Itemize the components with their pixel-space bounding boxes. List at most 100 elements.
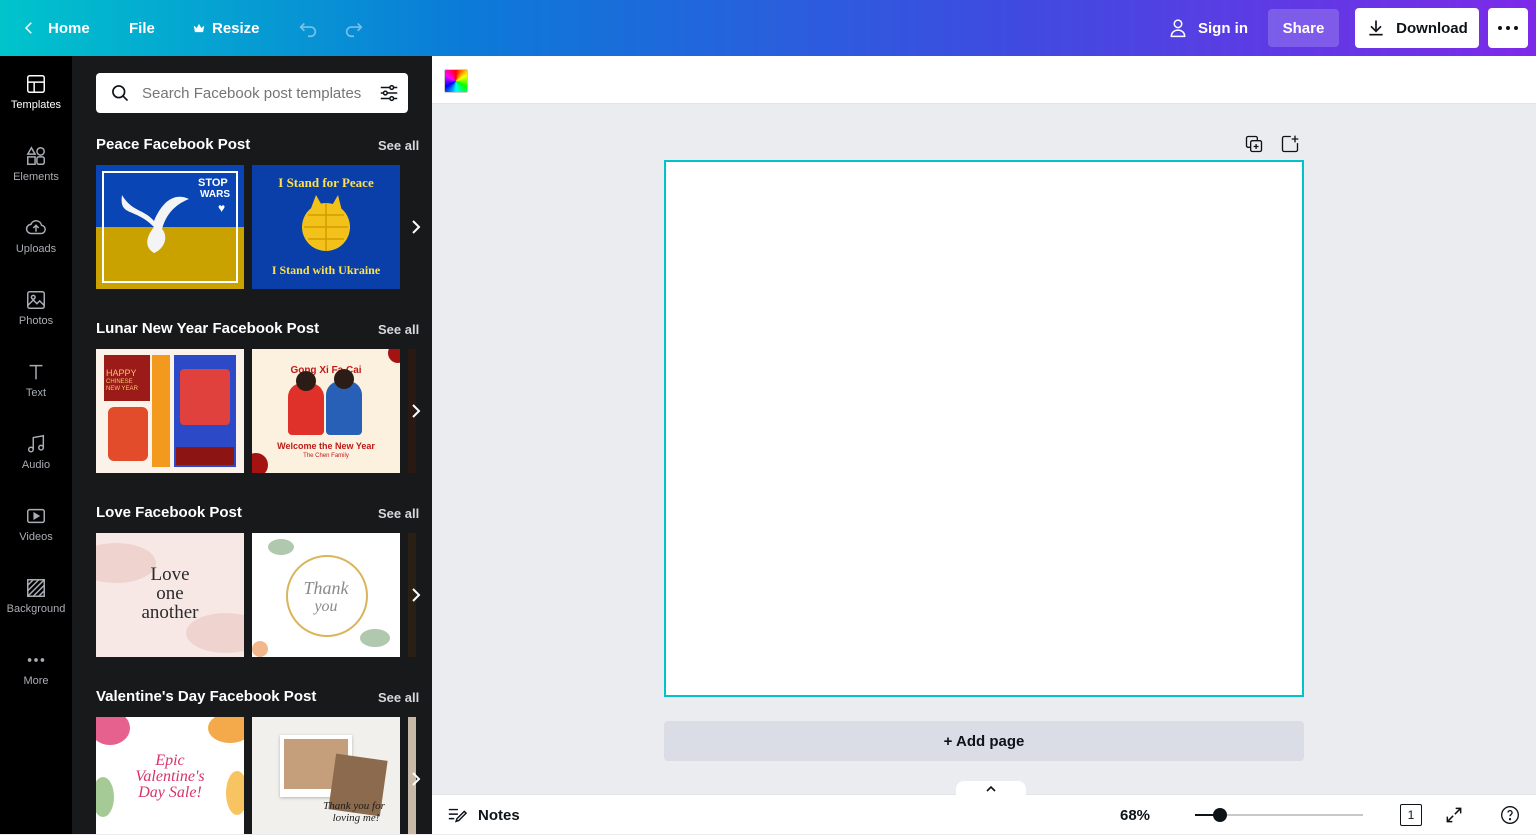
- fullscreen-button[interactable]: [1444, 805, 1464, 830]
- page-count-button[interactable]: 1: [1400, 804, 1422, 826]
- see-all-link[interactable]: See all: [378, 322, 419, 337]
- download-icon: [1369, 20, 1383, 36]
- rail-item-photos[interactable]: Photos: [0, 272, 72, 344]
- scroll-right-button[interactable]: [406, 401, 426, 421]
- chevron-right-icon: [412, 772, 421, 786]
- notes-button[interactable]: Notes: [446, 795, 520, 835]
- templates-icon: [27, 75, 45, 93]
- chevron-up-icon: [986, 785, 996, 792]
- thumb-text: Welcome the New Year: [277, 441, 375, 451]
- search-input[interactable]: [142, 84, 362, 102]
- filter-icon[interactable]: [378, 82, 400, 104]
- zoom-slider[interactable]: [1195, 808, 1363, 822]
- undo-button[interactable]: [297, 0, 319, 56]
- help-button[interactable]: [1500, 805, 1520, 830]
- duplicate-icon: [1245, 135, 1263, 153]
- rail-item-more[interactable]: More: [0, 632, 72, 704]
- rail-item-background[interactable]: Background: [0, 560, 72, 632]
- download-label: Download: [1396, 19, 1468, 37]
- rail-item-text[interactable]: Text: [0, 344, 72, 416]
- thumb-text: Valentine's: [135, 768, 205, 785]
- redo-button[interactable]: [343, 0, 365, 56]
- thumb-text: WARS: [200, 189, 230, 200]
- template-thumb[interactable]: Thank you for loving me!: [252, 717, 400, 834]
- video-icon: [27, 508, 45, 524]
- globe-peace-hand-icon: [302, 195, 350, 251]
- template-thumb[interactable]: Love one another: [96, 533, 244, 657]
- share-label: Share: [1282, 19, 1325, 37]
- rail-label: More: [23, 675, 49, 687]
- thumb-text: STOP: [198, 177, 228, 189]
- section-title: Love Facebook Post: [96, 504, 242, 521]
- template-thumb[interactable]: STOP WARS ♥: [96, 165, 244, 289]
- see-all-link[interactable]: See all: [378, 690, 419, 705]
- sign-in-button[interactable]: Sign in: [1168, 0, 1248, 56]
- more-dots-icon: [27, 658, 45, 662]
- file-label: File: [129, 19, 155, 37]
- see-all-link[interactable]: See all: [378, 506, 419, 521]
- zoom-level[interactable]: 68%: [1120, 795, 1150, 835]
- scroll-right-button[interactable]: [406, 585, 426, 605]
- scroll-right-button[interactable]: [406, 769, 426, 789]
- add-page-button[interactable]: + Add page: [664, 721, 1304, 761]
- redo-icon: [345, 22, 363, 38]
- upload-cloud-icon: [25, 220, 46, 235]
- user-icon: [1170, 19, 1186, 38]
- template-thumb[interactable]: Thank you: [252, 533, 400, 657]
- text-icon: [29, 364, 43, 380]
- background-color-swatch[interactable]: [444, 69, 468, 93]
- template-thumb[interactable]: Epic Valentine's Day Sale!: [96, 717, 244, 834]
- chevron-right-icon: [412, 220, 421, 234]
- section-title: Lunar New Year Facebook Post: [96, 320, 320, 337]
- thumb-text: Thank you for: [323, 800, 385, 812]
- help-icon: [1501, 806, 1519, 824]
- more-options-button[interactable]: [1488, 8, 1528, 48]
- expand-icon: [1446, 807, 1462, 823]
- rail-label: Templates: [10, 99, 62, 111]
- file-menu-button[interactable]: File: [129, 0, 155, 56]
- zoom-slider-knob[interactable]: [1213, 808, 1227, 822]
- download-button[interactable]: Download: [1355, 8, 1479, 48]
- rail-item-uploads[interactable]: Uploads: [0, 200, 72, 272]
- thumb-text: loving me!: [332, 812, 380, 824]
- notes-label: Notes: [478, 806, 520, 824]
- resize-button[interactable]: Resize: [192, 0, 260, 56]
- rail-label: Text: [25, 387, 47, 399]
- see-all-link[interactable]: See all: [378, 138, 419, 153]
- thumb-text: Thank: [303, 578, 349, 598]
- scroll-right-button[interactable]: [406, 217, 426, 237]
- show-pages-button[interactable]: [956, 781, 1026, 797]
- thumb-text: one: [156, 583, 184, 604]
- chevron-left-icon: [24, 22, 32, 34]
- home-button[interactable]: Home: [20, 0, 90, 56]
- heart-icon: ♥: [218, 201, 226, 215]
- rail-item-templates[interactable]: Templates: [0, 56, 72, 128]
- thumb-text: CHINESE NEW YEAR: [106, 379, 138, 392]
- rail-item-elements[interactable]: Elements: [0, 128, 72, 200]
- chevron-right-icon: [412, 404, 421, 418]
- thumb-text: I Stand with Ukraine: [271, 263, 381, 277]
- rail-label: Audio: [21, 459, 51, 471]
- rail-item-videos[interactable]: Videos: [0, 488, 72, 560]
- section-title: Peace Facebook Post: [96, 136, 251, 153]
- rail-label: Elements: [13, 171, 59, 183]
- thumb-text: another: [141, 602, 199, 623]
- undo-icon: [299, 22, 317, 38]
- thumb-text: you: [314, 598, 338, 615]
- rail-item-audio[interactable]: Audio: [0, 416, 72, 488]
- template-thumb[interactable]: Gong Xi Fa Cai Welcome the New Year The …: [252, 349, 400, 473]
- search-box: [96, 73, 408, 113]
- resize-label: Resize: [212, 19, 260, 37]
- sign-in-label: Sign in: [1198, 19, 1248, 37]
- template-thumb[interactable]: HAPPY CHINESE NEW YEAR: [96, 349, 244, 473]
- add-page-icon-button[interactable]: [1280, 134, 1300, 154]
- design-page[interactable]: [664, 160, 1304, 697]
- duplicate-page-button[interactable]: [1244, 134, 1264, 154]
- share-button[interactable]: Share: [1268, 9, 1339, 47]
- template-thumb[interactable]: I Stand for Peace I Stand with Ukraine: [252, 165, 400, 289]
- rail-label: Uploads: [15, 243, 57, 255]
- thumb-text: Love: [150, 564, 190, 585]
- thumb-text: I Stand for Peace: [278, 175, 374, 190]
- zoom-label: 68%: [1120, 806, 1151, 824]
- bottom-bar: Notes 68% 1: [432, 781, 1536, 835]
